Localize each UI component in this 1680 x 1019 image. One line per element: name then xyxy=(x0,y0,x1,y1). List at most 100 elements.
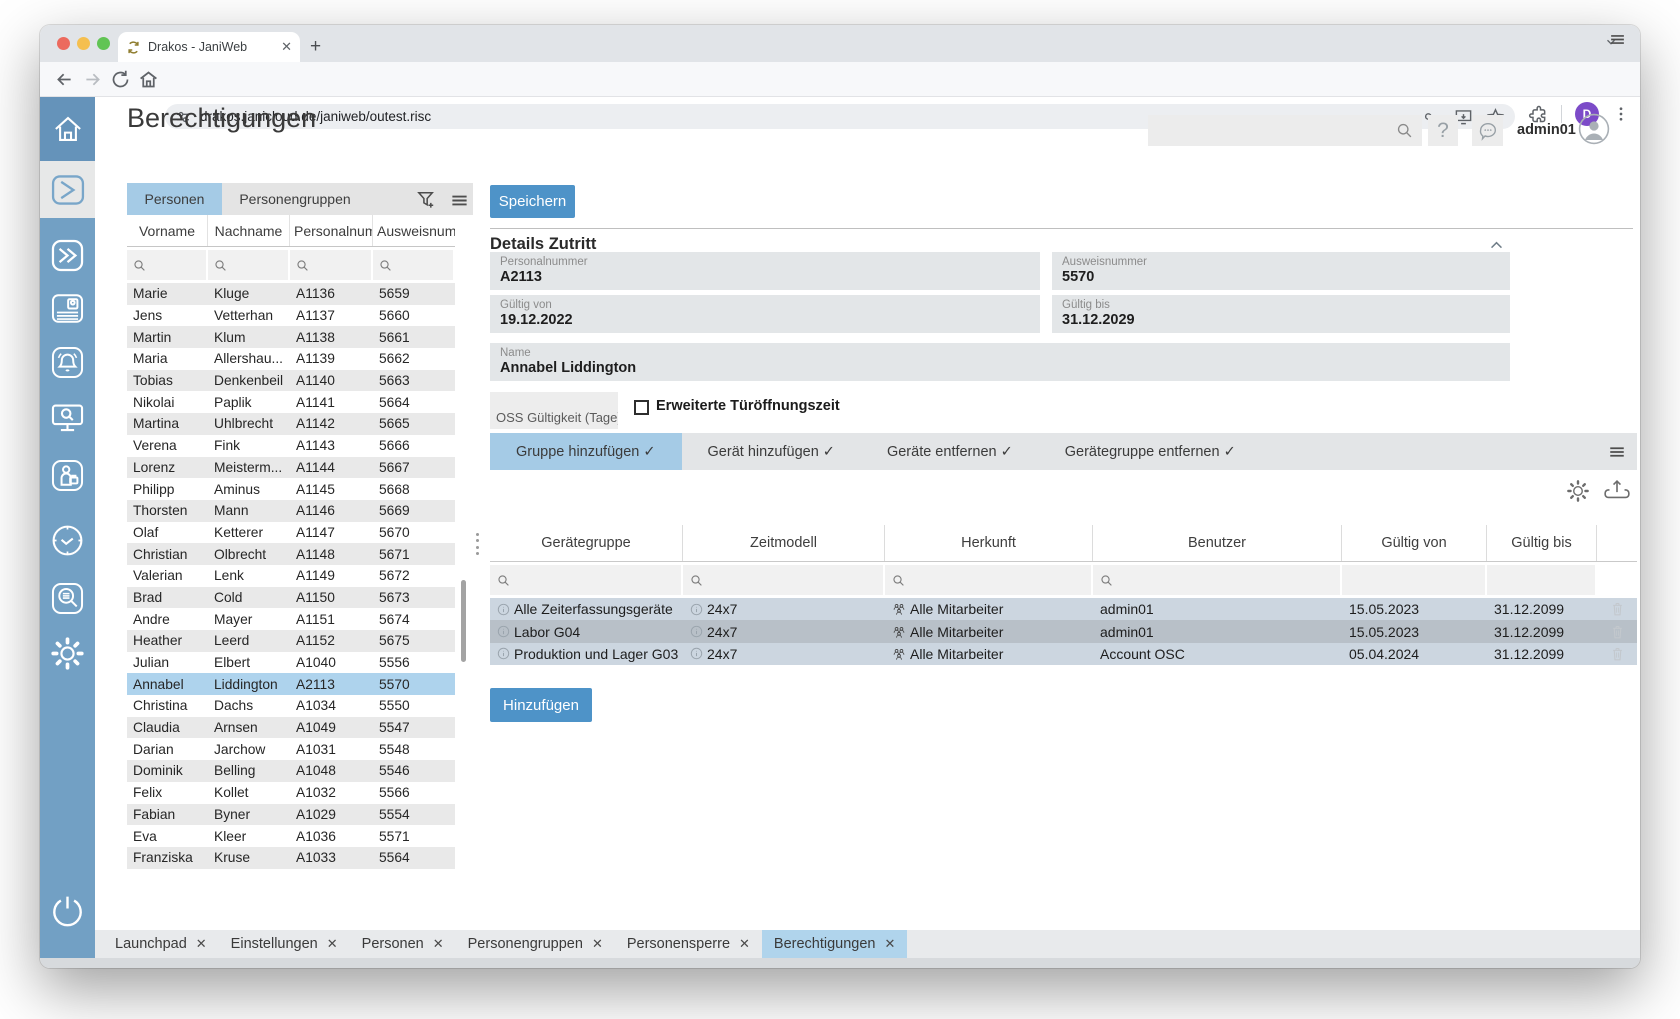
person-row[interactable]: Fabian Byner A1029 5554 xyxy=(127,804,455,826)
column-header-nachname[interactable]: Nachname xyxy=(208,215,290,246)
sidebar-logout-power-icon[interactable] xyxy=(49,892,86,929)
person-row[interactable]: Christina Dachs A1034 5550 xyxy=(127,695,455,717)
forward-icon[interactable] xyxy=(82,69,103,90)
new-tab-button[interactable]: + xyxy=(310,34,321,60)
delete-row-trash-icon[interactable] xyxy=(1610,646,1625,662)
device-group-row[interactable]: Alle Zeiterfassungsgeräte 24x7 xyxy=(490,598,1637,620)
sidebar-item-time[interactable] xyxy=(49,522,86,559)
module-tab[interactable]: Personen ✕ xyxy=(350,930,456,958)
person-row[interactable]: Dominik Belling A1048 5546 xyxy=(127,760,455,782)
gueltig-von-field[interactable]: Gültig von 19.12.2022 xyxy=(490,295,1040,333)
action-tab[interactable]: Gerät hinzufügen ✓ xyxy=(682,433,861,470)
device-group-row[interactable]: Labor G04 24x7 xyxy=(490,620,1637,642)
personalnummer-field[interactable]: Personalnummer A2113 xyxy=(490,252,1040,290)
oss-gueltigkeit-field[interactable]: OSS Gültigkeit (Tage) xyxy=(490,392,618,429)
sidebar-item-home[interactable] xyxy=(40,97,95,161)
info-icon[interactable] xyxy=(690,603,703,616)
sidebar-item-badges[interactable] xyxy=(49,290,86,327)
person-row[interactable]: Tobias Denkenbeil A1140 5663 xyxy=(127,370,455,392)
info-icon[interactable] xyxy=(690,647,703,660)
filter-input-zeitmodell[interactable] xyxy=(683,565,883,595)
info-icon[interactable] xyxy=(497,603,510,616)
column-header-zeitmodell[interactable]: Zeitmodell xyxy=(683,525,885,561)
close-tab-icon[interactable]: ✕ xyxy=(739,936,750,952)
person-row[interactable]: Eva Kleer A1036 5571 xyxy=(127,825,455,847)
column-header-personalnummer[interactable]: Personalnummer xyxy=(290,215,373,246)
info-icon[interactable] xyxy=(497,625,510,638)
browser-tab[interactable]: Drakos - JaniWeb ✕ xyxy=(118,32,300,62)
filter-input-herkunft[interactable] xyxy=(885,565,1091,595)
module-tab[interactable]: Personengruppen ✕ xyxy=(456,930,615,958)
sidebar-item-visitors[interactable] xyxy=(49,457,86,494)
filter-input-geraetegruppe[interactable] xyxy=(490,565,681,595)
info-icon[interactable] xyxy=(497,647,510,660)
module-tab[interactable]: Einstellungen ✕ xyxy=(219,930,350,958)
close-window-button[interactable] xyxy=(57,37,70,50)
home-icon[interactable] xyxy=(138,69,159,90)
user-avatar[interactable] xyxy=(1578,113,1610,145)
erweiterte-tueroeffnungszeit-checkbox[interactable] xyxy=(634,400,649,415)
person-row[interactable]: Andre Mayer A1151 5674 xyxy=(127,608,455,630)
person-row[interactable]: Valerian Lenk A1149 5672 xyxy=(127,565,455,587)
delete-row-trash-icon[interactable] xyxy=(1610,601,1625,617)
ausweisnummer-field[interactable]: Ausweisnummer 5570 xyxy=(1052,252,1510,290)
export-upload-icon[interactable] xyxy=(1603,478,1631,504)
extensions-puzzle-icon[interactable] xyxy=(1528,104,1548,124)
bottom-bar-menu-icon[interactable] xyxy=(1609,31,1626,48)
action-tab[interactable]: Gerätegruppe entfernen ✓ xyxy=(1039,433,1262,470)
person-row[interactable]: Heather Leerd A1152 5675 xyxy=(127,630,455,652)
person-row[interactable]: Annabel Liddington A2113 5570 xyxy=(127,673,455,695)
person-row[interactable]: Philipp Aminus A1145 5668 xyxy=(127,478,455,500)
close-tab-icon[interactable]: ✕ xyxy=(196,936,207,952)
column-header-benutzer[interactable]: Benutzer xyxy=(1093,525,1342,561)
person-row[interactable]: Olaf Ketterer A1147 5670 xyxy=(127,522,455,544)
browser-menu-kebab-icon[interactable] xyxy=(1612,105,1630,123)
sidebar-item-notifications[interactable] xyxy=(49,344,86,381)
filter-input-benutzer[interactable] xyxy=(1093,565,1340,595)
person-row[interactable]: Julian Elbert A1040 5556 xyxy=(127,652,455,674)
person-row[interactable]: Verena Fink A1143 5666 xyxy=(127,435,455,457)
device-group-row[interactable]: Produktion und Lager G03 24x7 xyxy=(490,643,1637,665)
gueltig-bis-field[interactable]: Gültig bis 31.12.2029 xyxy=(1052,295,1510,333)
module-tab[interactable]: Berechtigungen ✕ xyxy=(762,930,907,958)
reload-icon[interactable] xyxy=(110,69,131,90)
list-menu-icon[interactable] xyxy=(450,191,469,210)
global-search-input[interactable] xyxy=(1148,115,1422,146)
zoom-window-button[interactable] xyxy=(97,37,110,50)
sidebar-item-device-search[interactable] xyxy=(49,399,86,436)
close-tab-icon[interactable]: ✕ xyxy=(433,936,444,952)
person-row[interactable]: Brad Cold A1150 5673 xyxy=(127,587,455,609)
person-row[interactable]: Marie Kluge A1136 5659 xyxy=(127,283,455,305)
person-list-scrollbar[interactable] xyxy=(461,580,466,662)
person-row[interactable]: Martina Uhlbrecht A1142 5665 xyxy=(127,413,455,435)
column-header-herkunft[interactable]: Herkunft xyxy=(885,525,1093,561)
person-row[interactable]: Felix Kollet A1032 5566 xyxy=(127,782,455,804)
module-tab[interactable]: Launchpad ✕ xyxy=(103,930,219,958)
person-row[interactable]: Lorenz Meisterm... A1144 5667 xyxy=(127,457,455,479)
filter-add-icon[interactable] xyxy=(415,188,438,211)
person-row[interactable]: Franziska Kruse A1033 5564 xyxy=(127,847,455,869)
feedback-chat-button[interactable] xyxy=(1472,115,1503,146)
filter-input-vorname[interactable] xyxy=(127,250,206,280)
column-header-ausweisnummer[interactable]: Ausweisnummer xyxy=(373,215,455,246)
back-icon[interactable] xyxy=(54,69,75,90)
person-row[interactable]: Maria Allershau... A1139 5662 xyxy=(127,348,455,370)
filter-input-nachname[interactable] xyxy=(208,250,288,280)
panel-splitter-handle[interactable] xyxy=(474,533,480,555)
person-row[interactable]: Thorsten Mann A1146 5669 xyxy=(127,500,455,522)
person-row[interactable]: Darian Jarchow A1031 5548 xyxy=(127,738,455,760)
name-field[interactable]: Name Annabel Liddington xyxy=(490,343,1510,381)
save-button[interactable]: Speichern xyxy=(490,185,575,218)
sidebar-item-active-module[interactable] xyxy=(40,161,95,218)
table-settings-gear-icon[interactable] xyxy=(1565,478,1591,504)
module-tab[interactable]: Personensperre ✕ xyxy=(615,930,762,958)
filter-input-gueltig-bis[interactable] xyxy=(1487,565,1595,595)
column-header-gueltig-von[interactable]: Gültig von xyxy=(1342,525,1487,561)
tab-personengruppen[interactable]: Personengruppen xyxy=(222,183,368,215)
person-row[interactable]: Jens Vetterhan A1137 5660 xyxy=(127,305,455,327)
filter-input-personalnummer[interactable] xyxy=(290,250,371,280)
tab-close-icon[interactable]: ✕ xyxy=(281,39,292,55)
info-icon[interactable] xyxy=(690,625,703,638)
person-row[interactable]: Martin Klum A1138 5661 xyxy=(127,326,455,348)
sidebar-item-fast-forward[interactable] xyxy=(49,237,86,274)
